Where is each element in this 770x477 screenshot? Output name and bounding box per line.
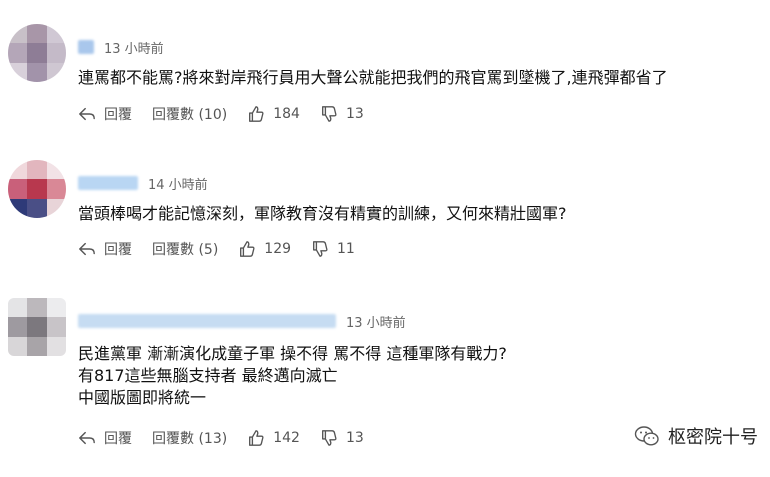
comment-line: 連罵都不能罵?將來對岸飛行員用大聲公就能把我們的飛官罵到墜機了,連飛彈都省了 (78, 68, 668, 87)
replies-count-label: 回覆數 (10) (152, 107, 228, 123)
avatar-pixel (8, 43, 28, 63)
avatar-pixel (27, 160, 47, 180)
reply-label: 回覆 (104, 107, 132, 123)
like-count: 184 (273, 106, 300, 122)
reply-button[interactable]: 回覆 (78, 428, 132, 448)
timestamp: 14 小時前 (148, 177, 208, 193)
avatar[interactable] (8, 24, 66, 82)
like-button[interactable]: 129 (238, 240, 291, 258)
avatar-pixel (46, 317, 66, 337)
avatar[interactable] (8, 298, 66, 356)
dislike-button[interactable]: 13 (320, 429, 364, 447)
replies-count-button[interactable]: 回覆數 (10) (152, 104, 227, 124)
dislike-count: 13 (345, 106, 364, 122)
username[interactable] (78, 314, 336, 328)
comment-meta: 14 小時前 (78, 174, 208, 193)
avatar-pixel (8, 298, 28, 318)
avatar-pixel (46, 160, 66, 180)
replies-count-label: 回覆數 (13) (152, 431, 228, 447)
comment-actions: 回覆 回覆數 (10) 184 13 (78, 103, 384, 125)
comment-text: 民進黨軍 漸漸演化成童子軍 操不得 罵不得 這種軍隊有戰力? 有817這些無腦支… (78, 343, 507, 409)
dislike-count: 13 (345, 430, 364, 446)
thumbs-down-icon (321, 106, 337, 122)
timestamp: 13 小時前 (346, 315, 406, 331)
reply-icon (79, 107, 95, 121)
thumbs-up-icon (249, 430, 264, 446)
avatar-pixel (27, 198, 47, 218)
avatar-pixel (27, 336, 47, 356)
thumbs-down-icon (321, 430, 337, 446)
replies-count-button[interactable]: 回覆數 (5) (152, 239, 218, 259)
watermark-text: 枢密院十号 (668, 427, 758, 448)
dislike-button[interactable]: 11 (311, 240, 355, 258)
comment-actions: 回覆 回覆數 (5) 129 11 (78, 238, 375, 260)
avatar-pixel (8, 62, 28, 82)
comment-text: 當頭棒喝才能記憶深刻，軍隊教育沒有精實的訓練，又何來精壯國軍? (78, 203, 567, 225)
username[interactable] (78, 40, 94, 54)
avatar-pixel (27, 43, 47, 63)
avatar-pixel (27, 298, 47, 318)
dislike-count: 11 (337, 241, 355, 257)
reply-button[interactable]: 回覆 (78, 239, 132, 259)
avatar-pixel (46, 336, 66, 356)
avatar-pixel (46, 298, 66, 318)
avatar-pixel (8, 160, 28, 180)
comment-line: 中國版圖即將統一 (78, 388, 207, 407)
watermark: 枢密院十号 (634, 423, 758, 449)
reply-label: 回覆 (104, 242, 132, 258)
replies-count-label: 回覆數 (5) (152, 242, 219, 258)
like-count: 142 (273, 430, 300, 446)
like-button[interactable]: 142 (247, 429, 300, 447)
reply-button[interactable]: 回覆 (78, 104, 132, 124)
thumbs-down-icon (313, 241, 328, 257)
wechat-icon (634, 426, 659, 446)
comment-line: 有817這些無腦支持者 最終邁向滅亡 (78, 366, 338, 385)
comment-line: 當頭棒喝才能記憶深刻，軍隊教育沒有精實的訓練，又何來精壯國軍? (78, 204, 567, 223)
thumbs-up-icon (249, 106, 264, 122)
avatar-pixel (8, 317, 28, 337)
comment-actions: 回覆 回覆數 (13) 142 13 (78, 427, 384, 449)
reply-icon (79, 242, 95, 256)
avatar-pixel (8, 179, 28, 199)
avatar-pixel (27, 62, 47, 82)
reply-label: 回覆 (104, 431, 132, 447)
reply-icon (79, 431, 95, 445)
timestamp: 13 小時前 (104, 41, 164, 57)
avatar-pixel (46, 24, 66, 44)
thumbs-up-icon (240, 241, 255, 257)
like-count: 129 (264, 241, 292, 257)
avatar-pixel (27, 317, 47, 337)
avatar-pixel (46, 62, 66, 82)
avatar-pixel (8, 198, 28, 218)
avatar[interactable] (8, 160, 66, 218)
avatar-pixel (8, 24, 28, 44)
avatar-pixel (8, 336, 28, 356)
dislike-button[interactable]: 13 (320, 105, 364, 123)
avatar-pixel (27, 179, 47, 199)
username[interactable] (78, 176, 138, 190)
like-button[interactable]: 184 (247, 105, 300, 123)
avatar-pixel (27, 24, 47, 44)
avatar-pixel (46, 179, 66, 199)
avatar-pixel (46, 43, 66, 63)
comment-meta: 13 小時前 (78, 38, 164, 57)
comment-text: 連罵都不能罵?將來對岸飛行員用大聲公就能把我們的飛官罵到墜機了,連飛彈都省了 (78, 67, 668, 89)
comment-line: 民進黨軍 漸漸演化成童子軍 操不得 罵不得 這種軍隊有戰力? (78, 344, 507, 363)
comment-meta: 13 小時前 (78, 312, 406, 331)
replies-count-button[interactable]: 回覆數 (13) (152, 428, 227, 448)
avatar-pixel (46, 198, 66, 218)
